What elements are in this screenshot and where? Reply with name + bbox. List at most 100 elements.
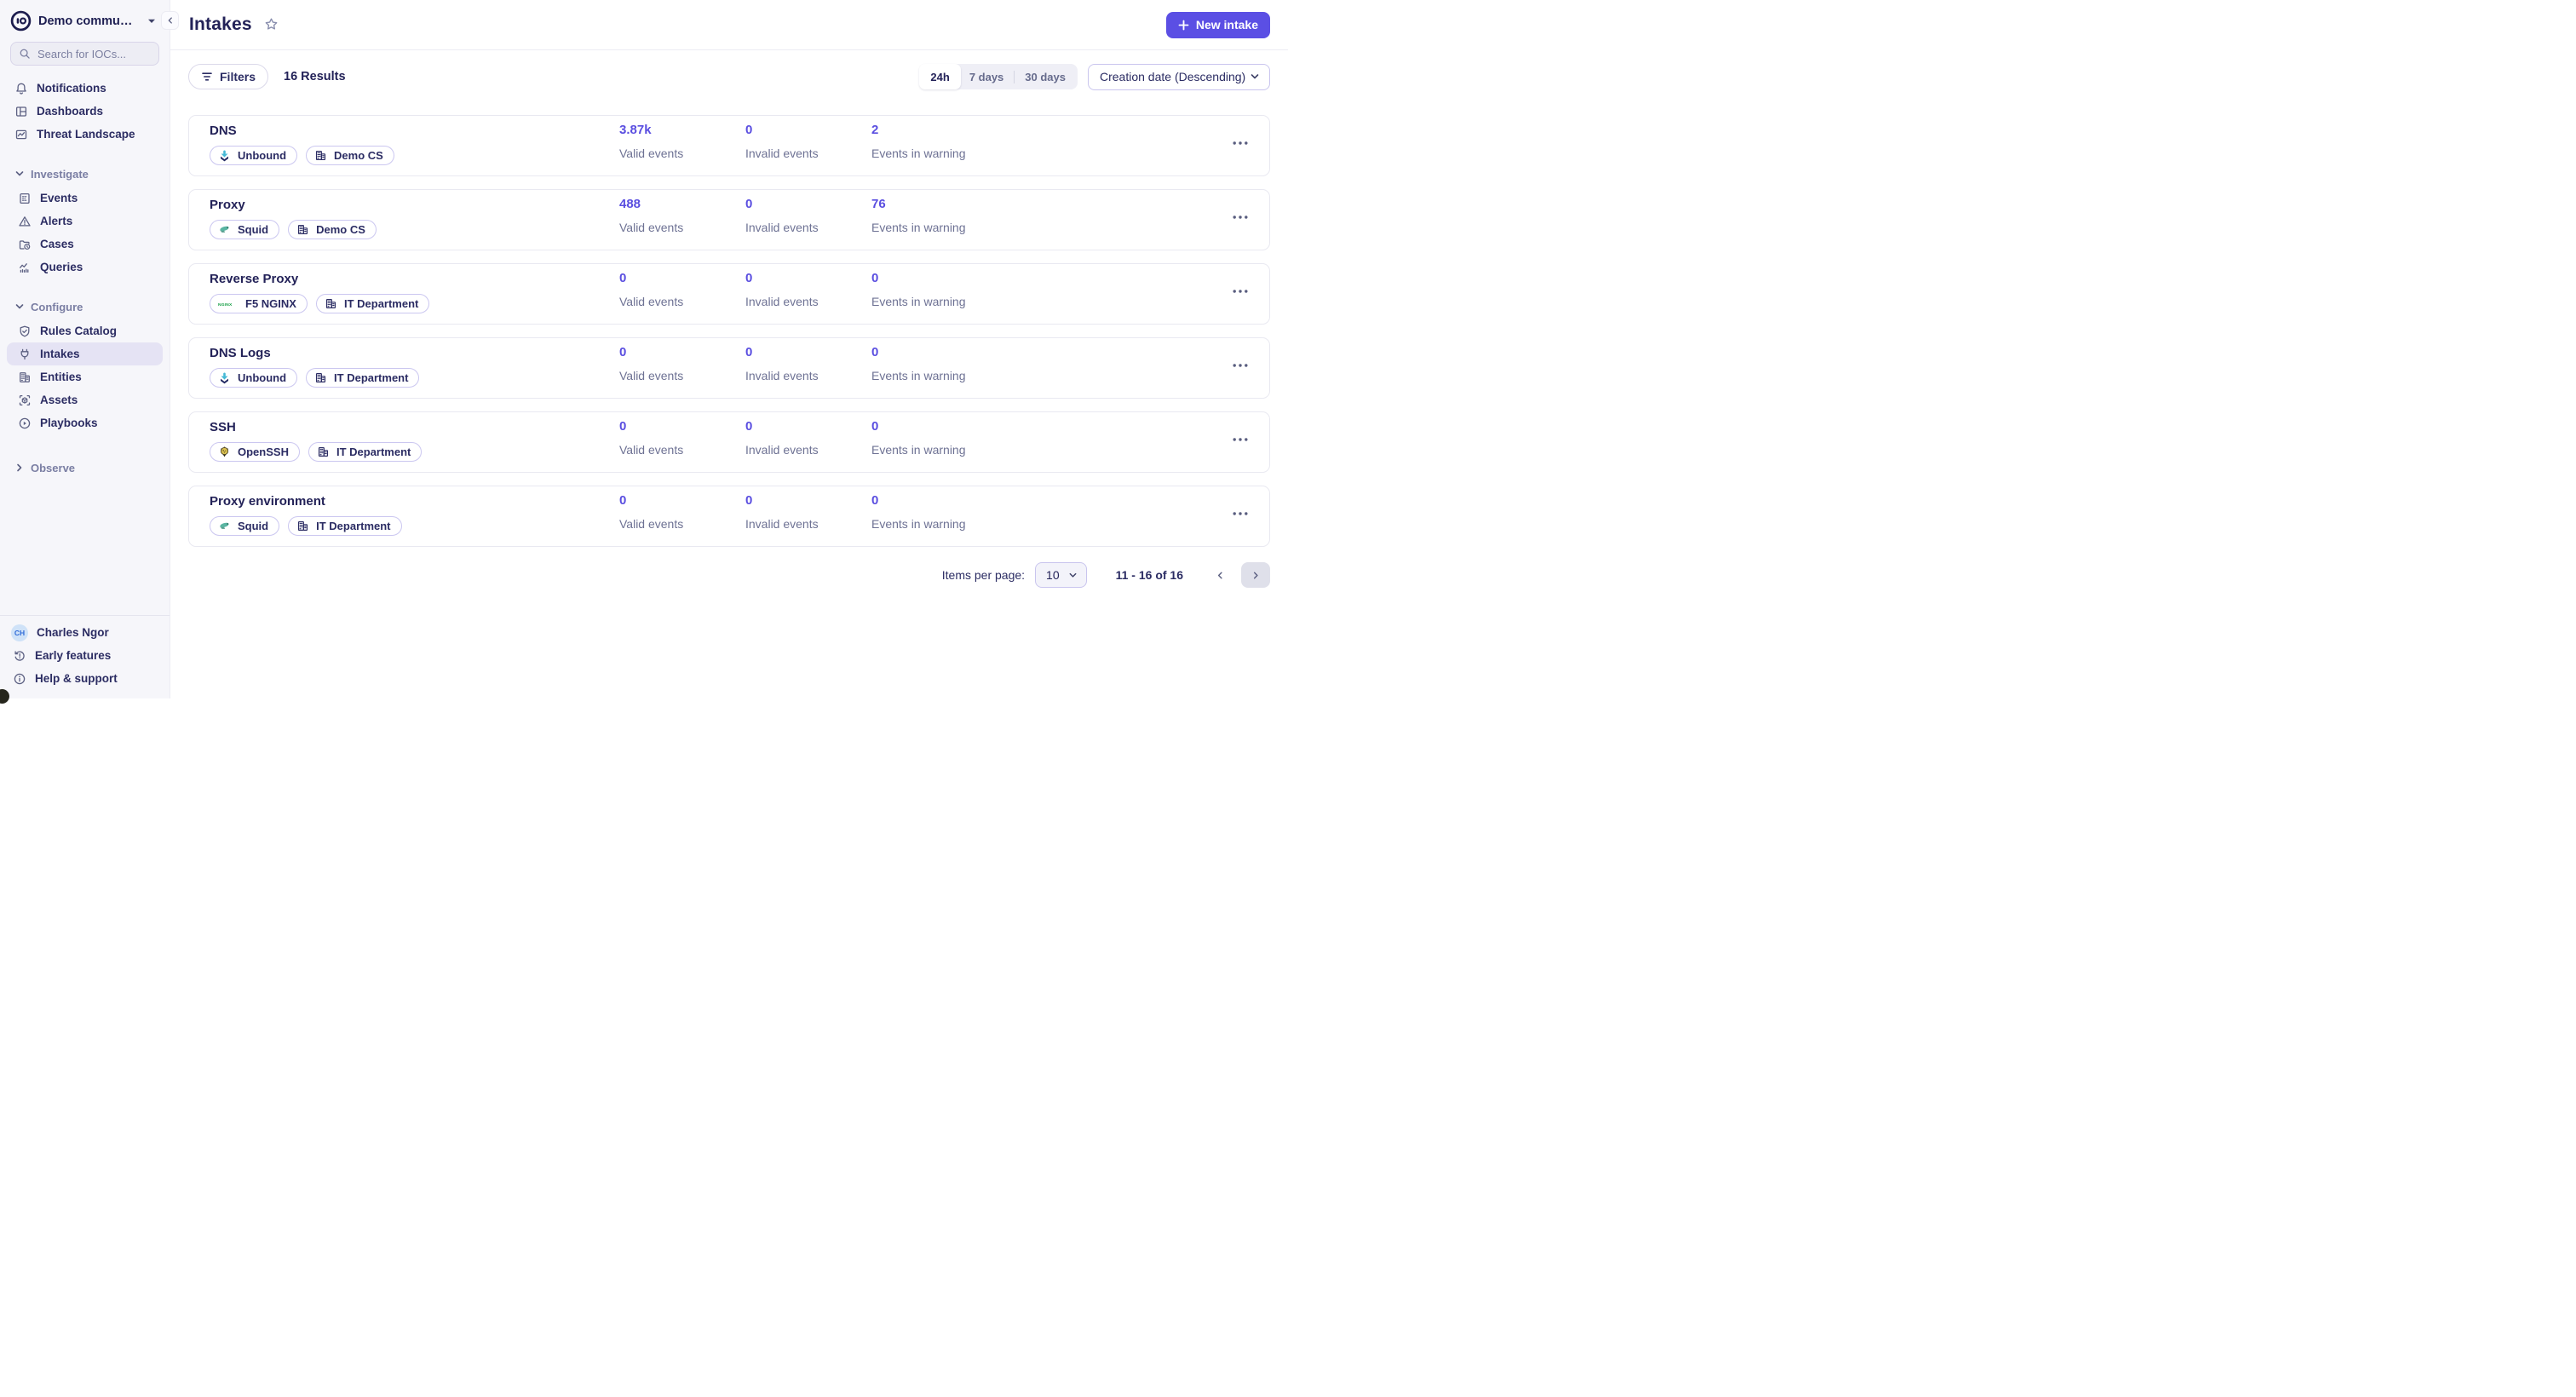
- invalid-events-stat: 0 Invalid events: [745, 123, 869, 160]
- sidebar-item-events[interactable]: Events: [7, 187, 163, 210]
- items-per-page-select[interactable]: 10: [1035, 562, 1087, 588]
- user-menu[interactable]: CH Charles Ngor: [0, 621, 170, 644]
- row-menu-button[interactable]: [1230, 283, 1251, 300]
- valid-events-count[interactable]: 488: [619, 197, 743, 211]
- row-menu-button[interactable]: [1230, 209, 1251, 226]
- toolbar: Filters 16 Results 24h 7 days 30 days Cr…: [188, 64, 1270, 89]
- valid-events-stat: 488 Valid events: [619, 197, 743, 234]
- community-switcher[interactable]: Demo communi...: [0, 0, 170, 32]
- invalid-events-count[interactable]: 0: [745, 345, 869, 359]
- warning-events-count[interactable]: 2: [871, 123, 995, 137]
- section-label: Configure: [31, 301, 83, 313]
- valid-events-count[interactable]: 0: [619, 493, 743, 508]
- sort-dropdown[interactable]: Creation date (Descending): [1088, 64, 1270, 90]
- intake-row-dns-logs[interactable]: DNS Logs Unbound IT Department 0 Valid e…: [188, 337, 1270, 399]
- time-range-30days[interactable]: 30 days: [1015, 66, 1076, 88]
- invalid-events-count[interactable]: 0: [745, 419, 869, 434]
- filter-icon: [201, 72, 213, 82]
- new-intake-button[interactable]: New intake: [1166, 12, 1270, 38]
- warning-events-count[interactable]: 0: [871, 271, 995, 285]
- chevron-right-icon: [14, 463, 25, 473]
- section-observe[interactable]: Observe: [0, 457, 170, 479]
- sidebar-item-label: Cases: [40, 238, 74, 250]
- stat-label: Events in warning: [871, 443, 995, 457]
- badges: Unbound Demo CS: [210, 146, 394, 165]
- entity-badge[interactable]: Demo CS: [306, 146, 394, 165]
- row-menu-button[interactable]: [1230, 357, 1251, 374]
- row-menu-button[interactable]: [1230, 505, 1251, 522]
- connector-badge[interactable]: OpenSSH: [210, 442, 300, 462]
- entity-badge[interactable]: IT Department: [316, 294, 429, 313]
- row-menu-button[interactable]: [1230, 135, 1251, 152]
- sidebar-item-label: Rules Catalog: [40, 325, 117, 337]
- stat-label: Events in warning: [871, 369, 995, 382]
- sidebar-item-threat-landscape[interactable]: Threat Landscape: [7, 123, 163, 146]
- nginx-logo-icon: [218, 301, 239, 308]
- corner-widget: [0, 689, 9, 704]
- warning-events-count[interactable]: 0: [871, 345, 995, 359]
- invalid-events-count[interactable]: 0: [745, 123, 869, 137]
- entity-badge[interactable]: IT Department: [306, 368, 419, 388]
- valid-events-count[interactable]: 3.87k: [619, 123, 743, 137]
- time-range-24h[interactable]: 24h: [919, 64, 960, 89]
- valid-events-count[interactable]: 0: [619, 345, 743, 359]
- sidebar-item-queries[interactable]: Queries: [7, 256, 163, 279]
- warning-events-stat: 2 Events in warning: [871, 123, 995, 160]
- sidebar-item-label: Assets: [40, 394, 78, 406]
- sidebar-item-intakes[interactable]: Intakes: [7, 342, 163, 365]
- help-support-item[interactable]: Help & support: [0, 667, 170, 690]
- filters-button[interactable]: Filters: [188, 64, 268, 89]
- warning-events-count[interactable]: 76: [871, 197, 995, 211]
- search-input[interactable]: Search for IOCs...: [10, 42, 159, 66]
- invalid-events-count[interactable]: 0: [745, 271, 869, 285]
- sidebar-item-alerts[interactable]: Alerts: [7, 210, 163, 233]
- badges: OpenSSH IT Department: [210, 442, 422, 462]
- next-page-button[interactable]: [1241, 562, 1270, 588]
- sidebar-item-notifications[interactable]: Notifications: [7, 77, 163, 100]
- intake-row-dns[interactable]: DNS Unbound Demo CS 3.87k Valid events: [188, 115, 1270, 176]
- sidebar-item-cases[interactable]: Cases: [7, 233, 163, 256]
- valid-events-count[interactable]: 0: [619, 271, 743, 285]
- section-configure[interactable]: Configure: [0, 296, 170, 318]
- invalid-events-count[interactable]: 0: [745, 493, 869, 508]
- main-content: Intakes New intake Filters 16 Results 24…: [170, 0, 1288, 698]
- sidebar-item-assets[interactable]: Assets: [7, 388, 163, 411]
- early-features-item[interactable]: Early features: [0, 644, 170, 667]
- star-icon: [264, 17, 279, 32]
- sidebar-item-label: Intakes: [40, 348, 80, 360]
- chevron-left-icon: [166, 16, 175, 25]
- intake-row-proxy-environment[interactable]: Proxy environment Squid IT Department 0 …: [188, 486, 1270, 547]
- sidebar-item-rules-catalog[interactable]: Rules Catalog: [7, 319, 163, 342]
- entity-badge[interactable]: IT Department: [288, 516, 401, 536]
- invalid-events-count[interactable]: 0: [745, 197, 869, 211]
- intake-row-proxy[interactable]: Proxy Squid Demo CS 488 Valid events: [188, 189, 1270, 250]
- valid-events-stat: 0 Valid events: [619, 419, 743, 457]
- favorite-star-button[interactable]: [264, 17, 279, 32]
- badges: F5 NGINX IT Department: [210, 294, 429, 313]
- community-name: Demo communi...: [38, 14, 139, 28]
- connector-badge[interactable]: Squid: [210, 516, 279, 536]
- sidebar-item-dashboards[interactable]: Dashboards: [7, 100, 163, 123]
- intake-row-reverse-proxy[interactable]: Reverse Proxy F5 NGINX IT Department 0 V…: [188, 263, 1270, 325]
- previous-page-button[interactable]: [1209, 564, 1231, 586]
- entity-badge[interactable]: Demo CS: [288, 220, 377, 239]
- events-list-icon: [18, 192, 32, 205]
- intake-row-ssh[interactable]: SSH OpenSSH IT Department 0 Valid events: [188, 411, 1270, 473]
- connector-badge[interactable]: F5 NGINX: [210, 294, 308, 313]
- intake-name: DNS Logs: [210, 346, 271, 360]
- time-range-7days[interactable]: 7 days: [959, 66, 1014, 88]
- warning-events-count[interactable]: 0: [871, 419, 995, 434]
- connector-badge[interactable]: Squid: [210, 220, 279, 239]
- row-menu-button[interactable]: [1230, 431, 1251, 448]
- connector-badge[interactable]: Unbound: [210, 368, 297, 388]
- warning-events-stat: 0 Events in warning: [871, 271, 995, 308]
- entity-badge[interactable]: IT Department: [308, 442, 422, 462]
- valid-events-count[interactable]: 0: [619, 419, 743, 434]
- connector-badge[interactable]: Unbound: [210, 146, 297, 165]
- section-investigate[interactable]: Investigate: [0, 163, 170, 185]
- chevron-down-icon: [14, 169, 25, 179]
- sidebar-collapse-button[interactable]: [161, 11, 179, 30]
- sidebar-item-entities[interactable]: Entities: [7, 365, 163, 388]
- sidebar-item-playbooks[interactable]: Playbooks: [7, 411, 163, 434]
- warning-events-count[interactable]: 0: [871, 493, 995, 508]
